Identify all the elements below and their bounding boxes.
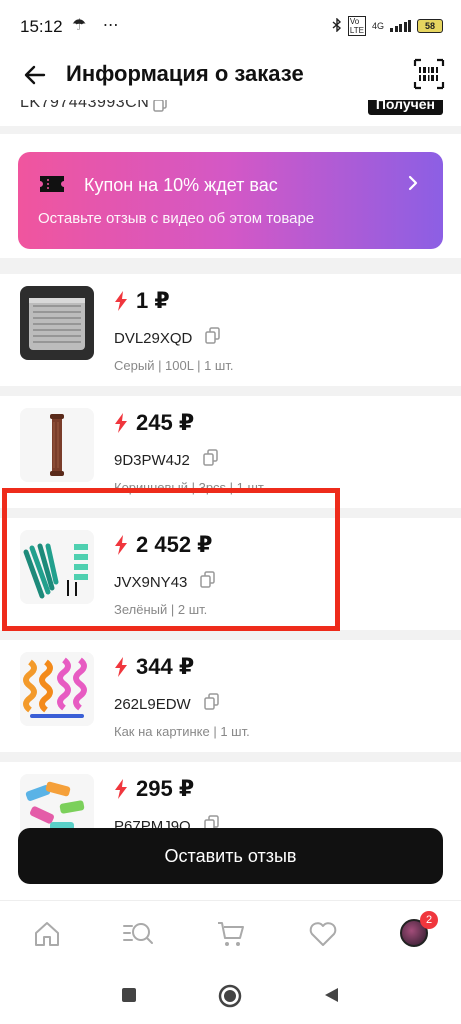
lightning-icon <box>115 291 127 311</box>
price-row: 1 ₽ <box>114 288 170 314</box>
item-price: 1 ₽ <box>136 288 170 313</box>
lightning-icon <box>115 779 127 799</box>
back-system-button[interactable] <box>322 986 340 1009</box>
notification-badge: 2 <box>420 911 438 929</box>
ticket-icon <box>40 176 64 192</box>
notification-icons: ☂ ⋯ <box>72 17 125 34</box>
item-variant: Как на картинке | 1 шт. <box>114 724 250 739</box>
arrow-left-icon <box>24 65 46 85</box>
recents-button[interactable] <box>120 986 138 1009</box>
cart-icon <box>218 922 244 946</box>
copy-icon <box>153 100 167 112</box>
coupon-subtitle: Оставьте отзыв с видео об этом товаре <box>38 210 315 227</box>
item-variant: Серый | 100L | 1 шт. <box>114 358 234 373</box>
order-item[interactable]: 1 ₽ DVL29XQD Серый | 100L | 1 шт. <box>0 274 461 386</box>
bottom-nav: 2 <box>0 900 461 970</box>
nav-catalog[interactable] <box>122 919 153 949</box>
highlight-frame <box>2 488 340 631</box>
chevron-right-icon <box>408 175 418 191</box>
coupon-section: Купон на 10% ждет вас Оставьте отзыв с в… <box>0 134 461 258</box>
item-price: 245 ₽ <box>136 410 195 435</box>
nav-favorites[interactable] <box>308 919 338 949</box>
home-icon <box>35 922 59 946</box>
home-system-button[interactable] <box>218 984 242 1013</box>
order-item[interactable]: 344 ₽ 262L9EDW Как на картинке | 1 шт. <box>0 640 461 752</box>
barcode-button[interactable] <box>413 58 445 90</box>
status-badge: Получен <box>367 100 443 115</box>
status-time: 15:12 <box>20 17 63 36</box>
copy-sku-button[interactable] <box>202 449 219 472</box>
volte-icon: Vo LTE <box>347 16 366 36</box>
product-image <box>20 286 94 360</box>
price-row: 344 ₽ <box>114 654 194 680</box>
heart-icon <box>309 922 337 946</box>
status-bar: 15:12 ☂ ⋯ Vo LTE 4G 58 <box>0 0 461 50</box>
sku-row: 262L9EDW <box>114 693 220 716</box>
tracking-number: LK797443993CN <box>20 100 150 111</box>
nav-profile[interactable]: 2 <box>400 911 438 949</box>
price-row: 295 ₽ <box>114 776 194 802</box>
battery-level: 58 <box>424 21 435 31</box>
triangle-back-icon <box>325 988 338 1002</box>
nav-cart[interactable] <box>216 919 246 949</box>
lightning-icon <box>115 657 127 677</box>
item-sku: 9D3PW4J2 <box>114 452 190 469</box>
signal-icon <box>390 20 411 32</box>
copy-icon <box>205 327 221 344</box>
nav-home[interactable] <box>32 919 62 949</box>
header: Информация о заказе <box>0 50 461 100</box>
coupon-title: Купон на 10% ждет вас <box>84 175 278 195</box>
system-nav <box>0 970 461 1024</box>
copy-icon <box>203 693 219 710</box>
battery-icon: 58 <box>417 19 443 33</box>
circle-icon <box>218 984 242 1008</box>
back-button[interactable] <box>18 58 52 92</box>
network-label: 4G <box>371 21 384 31</box>
lightning-icon <box>115 413 127 433</box>
bluetooth-icon <box>332 16 342 35</box>
coupon-banner[interactable]: Купон на 10% ждет вас Оставьте отзыв с в… <box>18 152 443 249</box>
item-sku: 262L9EDW <box>114 696 191 713</box>
copy-sku-button[interactable] <box>204 327 221 350</box>
product-image <box>20 408 94 482</box>
sku-row: 9D3PW4J2 <box>114 449 219 472</box>
order-tracking-row: LK797443993CN Получен <box>0 100 461 126</box>
square-icon <box>122 988 136 1002</box>
sku-row: DVL29XQD <box>114 327 221 350</box>
page-title: Информация о заказе <box>66 61 304 86</box>
product-image <box>20 652 94 726</box>
catalog-search-icon <box>123 923 153 944</box>
leave-review-button[interactable]: Оставить отзыв <box>18 828 443 884</box>
item-price: 295 ₽ <box>136 776 195 801</box>
status-right: Vo LTE 4G 58 <box>332 16 443 36</box>
item-sku: DVL29XQD <box>114 330 193 347</box>
copy-sku-button[interactable] <box>203 693 220 716</box>
barcode-icon <box>413 58 445 90</box>
copy-tracking-button[interactable] <box>152 100 168 117</box>
price-row: 245 ₽ <box>114 410 194 436</box>
item-price: 344 ₽ <box>136 654 195 679</box>
copy-icon <box>203 449 218 466</box>
